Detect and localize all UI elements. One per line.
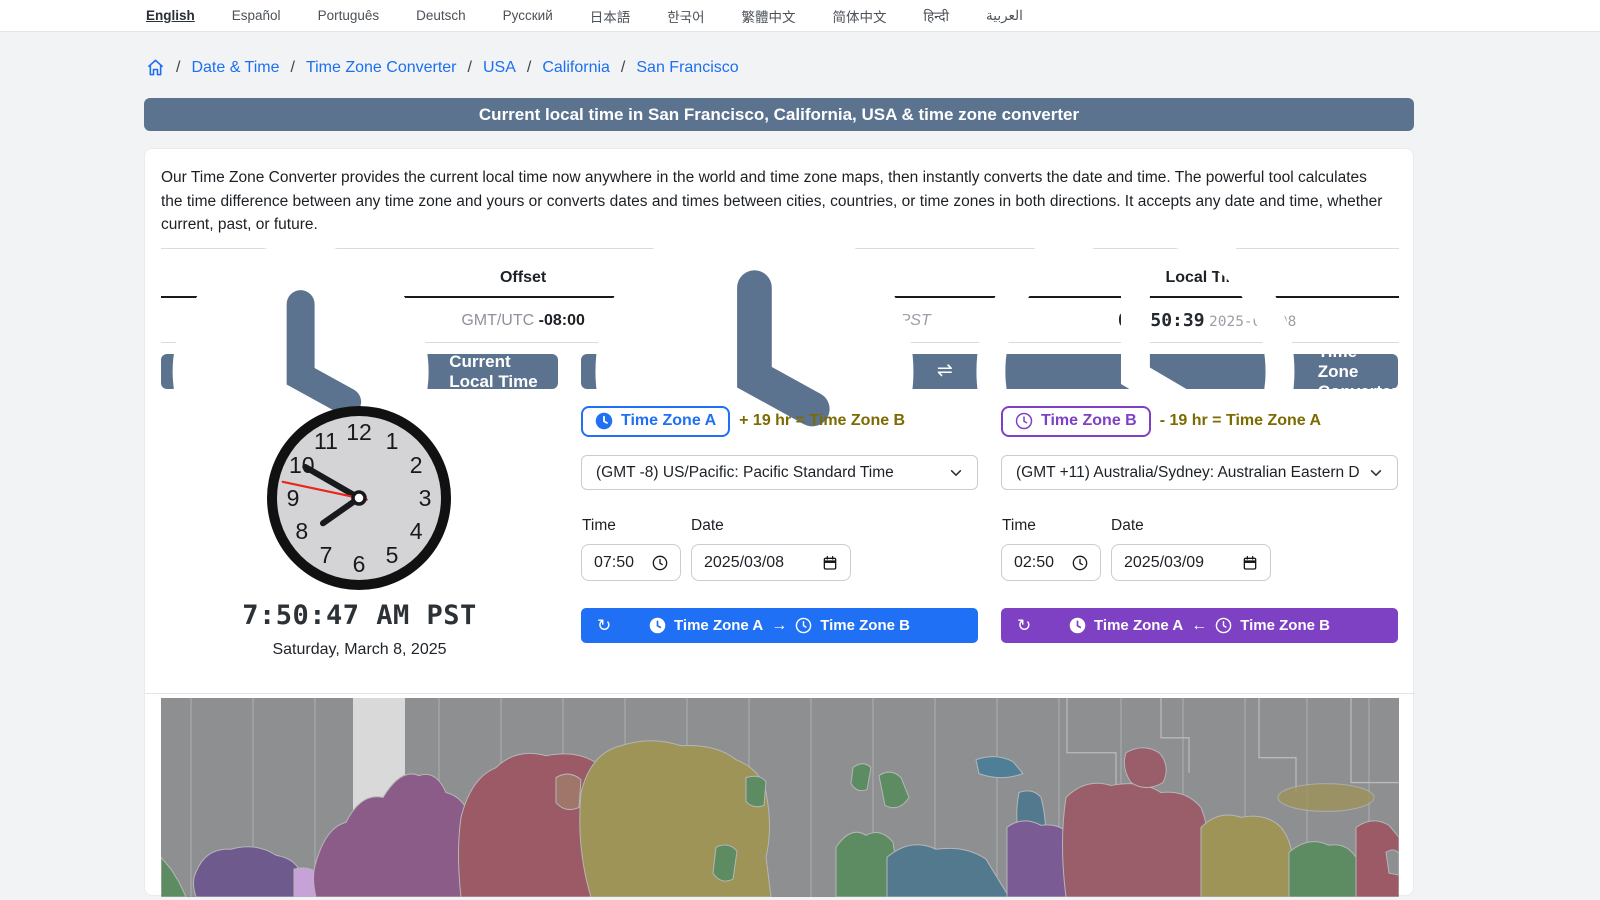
language-link[interactable]: English: [146, 8, 195, 23]
current-local-time-label: Current Local Time: [449, 351, 538, 391]
button-to-label: Time Zone B: [1240, 617, 1330, 634]
svg-text:8: 8: [295, 518, 308, 544]
clock-filled-icon: [595, 412, 613, 429]
chevron-down-icon: [950, 469, 962, 476]
svg-text:1: 1: [386, 428, 399, 454]
zone-a-relation: + 19 hr = Time Zone B: [739, 412, 906, 429]
date-value-a: 2025/03/08: [704, 553, 785, 571]
time-label-a: Time: [582, 517, 616, 534]
svg-text:9: 9: [287, 485, 300, 511]
page-title: Current local time in San Francisco, Cal…: [144, 98, 1414, 131]
date-input-b[interactable]: 2025/03/09: [1111, 544, 1271, 581]
page: English Español Português Deutsch Русский 日本語…: [0, 0, 1600, 900]
language-bar: English Español Português Deutsch Русский 日本語…: [0, 0, 1600, 31]
language-link[interactable]: العربية: [986, 8, 1023, 24]
date-line: Saturday, March 8, 2025: [272, 641, 447, 658]
language-link[interactable]: Español: [232, 8, 281, 23]
clock-filled-icon: [649, 617, 666, 634]
converter-header: ⇌ Time Zone Converter: [581, 212, 1398, 531]
zone-a-badge[interactable]: Time Zone A: [581, 405, 731, 437]
arrow-left-icon: ←: [1191, 616, 1208, 634]
date-value-b: 2025/03/09: [1124, 553, 1205, 571]
digital-time: 7:50:47 AM PST: [242, 600, 477, 631]
time-input-b[interactable]: 02:50: [1001, 544, 1101, 581]
svg-text:7: 7: [320, 542, 333, 568]
breadcrumb-separator: /: [620, 58, 626, 76]
calendar-icon[interactable]: [822, 555, 838, 571]
arrow-right-icon: →: [771, 616, 788, 634]
current-local-time-header: Current Local Time: [161, 243, 558, 500]
breadcrumb-separator: /: [290, 58, 295, 76]
button-from-label: Time Zone A: [1094, 617, 1184, 634]
breadcrumb-link[interactable]: San Francisco: [636, 59, 738, 77]
svg-text:11: 11: [314, 428, 338, 454]
svg-text:4: 4: [410, 518, 423, 544]
map-divider: [145, 693, 1415, 694]
offset-prefix: GMT/UTC: [461, 311, 535, 329]
language-bar-container: English Español Português Deutsch Русский 日本語…: [0, 0, 1600, 32]
breadcrumb-link[interactable]: Time Zone Converter: [306, 59, 457, 77]
refresh-icon: ↻: [597, 615, 612, 635]
svg-text:10: 10: [289, 452, 315, 478]
breadcrumb: / Date & Time / Time Zone Converter / USA / Cal…: [146, 58, 739, 77]
swap-arrows-icon: ⇌: [936, 360, 953, 381]
timezone-select-a[interactable]: (GMT -8) US/Pacific: Pacific Standard Ti…: [581, 455, 978, 490]
svg-text:12: 12: [346, 419, 372, 445]
converter-header-label: Time Zone Converter: [1317, 341, 1399, 401]
convert-b-to-a-button[interactable]: ↻ Time Zone A ← Time Zone B: [1001, 608, 1398, 643]
breadcrumb-items: / Date & Time / Time Zone Converter / USA / Cal…: [176, 59, 739, 77]
breadcrumb-link[interactable]: USA: [483, 59, 516, 77]
home-icon[interactable]: [146, 58, 165, 77]
time-value-b: 02:50: [1014, 553, 1055, 571]
timezone-select-a-value: (GMT -8) US/Pacific: Pacific Standard Ti…: [596, 463, 894, 481]
time-value-a: 07:50: [594, 553, 635, 571]
calendar-icon[interactable]: [1242, 555, 1258, 571]
clock-outline-icon: [1015, 412, 1033, 429]
timezone-select-b[interactable]: (GMT +11) Australia/Sydney: Australian E…: [1001, 455, 1398, 490]
time-input-a[interactable]: 07:50: [581, 544, 681, 581]
svg-text:6: 6: [353, 551, 366, 577]
date-label-b: Date: [1111, 517, 1144, 534]
breadcrumb-separator: /: [526, 58, 532, 76]
main-card: Our Time Zone Converter provides the cur…: [144, 148, 1415, 897]
time-picker-icon[interactable]: [1072, 555, 1088, 571]
language-link[interactable]: Русский: [503, 8, 553, 23]
zone-b-panel: Time Zone B - 19 hr = Time Zone A (GMT +…: [1001, 405, 1398, 650]
chevron-down-icon: [1370, 469, 1382, 476]
zone-a-panel: Time Zone A + 19 hr = Time Zone B (GMT -…: [581, 405, 978, 650]
language-link[interactable]: हिन्दी: [924, 7, 950, 25]
button-from-label: Time Zone A: [674, 617, 764, 634]
time-label-b: Time: [1002, 517, 1036, 534]
timezone-select-b-value: (GMT +11) Australia/Sydney: Australian E…: [1016, 463, 1360, 481]
language-link[interactable]: Português: [318, 8, 380, 23]
date-label-a: Date: [691, 517, 724, 534]
language-link[interactable]: 日本語: [590, 6, 631, 26]
zone-b-relation: - 19 hr = Time Zone A: [1159, 412, 1322, 429]
zone-a-badge-label: Time Zone A: [621, 411, 717, 429]
svg-text:5: 5: [386, 542, 399, 568]
svg-text:3: 3: [419, 485, 432, 511]
svg-text:2: 2: [410, 452, 423, 478]
date-input-a[interactable]: 2025/03/08: [691, 544, 851, 581]
breadcrumb-separator: /: [467, 58, 472, 76]
breadcrumb-link[interactable]: Date & Time: [191, 59, 279, 77]
button-to-label: Time Zone B: [820, 617, 910, 634]
convert-a-to-b-button[interactable]: ↻ Time Zone A → Time Zone B: [581, 608, 978, 643]
breadcrumb-link[interactable]: California: [542, 59, 610, 77]
language-link[interactable]: 한국어: [667, 6, 704, 26]
clock-outline-icon: [795, 617, 812, 634]
language-link[interactable]: 简体中文: [833, 6, 887, 26]
breadcrumb-separator: /: [176, 58, 181, 76]
clock-filled-icon: [1069, 617, 1086, 634]
time-picker-icon[interactable]: [652, 555, 668, 571]
offset-value: -08:00: [538, 311, 585, 329]
clock-outline-icon: [1215, 617, 1232, 634]
analog-clock: 1234567891011 12: [267, 406, 451, 590]
language-link[interactable]: 繁體中文: [742, 6, 796, 26]
zone-b-badge[interactable]: Time Zone B: [1001, 405, 1151, 437]
world-timezone-map: [161, 698, 1399, 897]
language-link[interactable]: Deutsch: [416, 8, 466, 23]
zone-b-badge-label: Time Zone B: [1041, 411, 1137, 429]
refresh-icon: ↻: [1017, 615, 1032, 635]
